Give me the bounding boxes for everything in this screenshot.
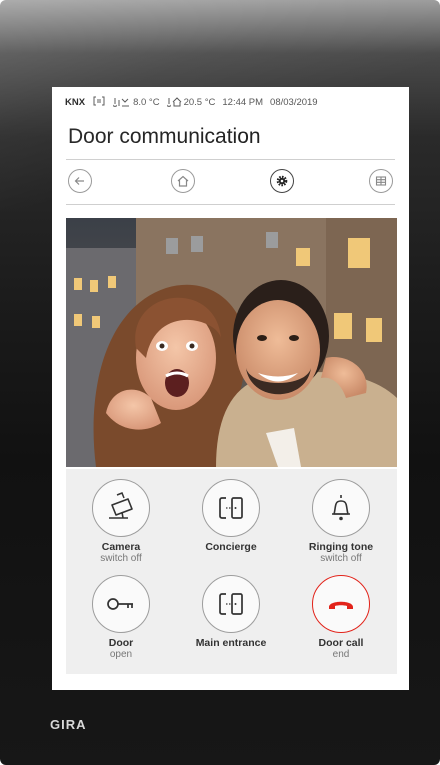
home-icon xyxy=(177,175,189,187)
door-station-icon xyxy=(219,593,243,615)
indoor-temp-value: 20.5 °C xyxy=(183,96,216,108)
indoor-thermometer-icon xyxy=(166,97,181,107)
grid-button[interactable] xyxy=(369,169,393,193)
touch-screen: KNX 8.0 °C 20.5 °C 12:44 PM 08/03/2019 D… xyxy=(52,87,409,690)
outdoor-thermometer-icon xyxy=(113,98,130,107)
clock: 12:44 PM xyxy=(222,96,264,108)
back-button[interactable] xyxy=(68,169,92,193)
key-icon xyxy=(107,598,133,610)
outdoor-temperature: 8.0 °C xyxy=(113,97,160,108)
title-divider xyxy=(66,159,395,160)
status-bar: KNX 8.0 °C 20.5 °C 12:44 PM 08/03/2019 xyxy=(65,95,399,109)
grid-icon xyxy=(375,176,387,186)
hang-up-icon xyxy=(329,601,353,609)
door-label: Door xyxy=(108,637,134,649)
main-entrance-button[interactable]: Main entrance xyxy=(176,575,286,649)
door-station-icon xyxy=(219,497,243,519)
concierge-button[interactable]: Concierge xyxy=(176,479,286,553)
camera-switch-off-button[interactable]: Camera switch off xyxy=(66,479,176,565)
home-button[interactable] xyxy=(171,169,195,193)
ringing-tone-label: Ringing tone xyxy=(308,541,374,553)
settings-button[interactable] xyxy=(270,169,294,193)
bell-icon xyxy=(332,495,350,521)
page-title: Door communication xyxy=(68,125,261,148)
nav-divider xyxy=(66,204,395,205)
camera-sublabel: switch off xyxy=(100,553,142,564)
concierge-label: Concierge xyxy=(205,541,257,553)
door-call-sublabel: end xyxy=(332,649,350,660)
back-icon xyxy=(74,177,84,185)
brand-logo: GIRA xyxy=(50,717,87,732)
door-station-status-icon xyxy=(92,96,106,109)
camera-icon xyxy=(109,492,133,519)
ringing-tone-switch-off-button[interactable]: Ringing tone switch off xyxy=(286,479,396,565)
indoor-temperature: 20.5 °C xyxy=(166,96,216,108)
camera-video-feed xyxy=(66,218,397,467)
settings-icon xyxy=(276,175,288,187)
outdoor-temp-value: 8.0 °C xyxy=(133,96,160,108)
door-call-end-button[interactable]: Door call end xyxy=(286,575,396,661)
date: 08/03/2019 xyxy=(270,96,318,108)
main-entrance-label: Main entrance xyxy=(195,637,267,649)
camera-label: Camera xyxy=(101,541,141,553)
knx-label: KNX xyxy=(65,96,86,108)
controls-panel: Camera switch off Concierge Ringing tone… xyxy=(66,469,397,674)
ringing-tone-sublabel: switch off xyxy=(320,553,362,564)
door-call-label: Door call xyxy=(318,637,364,649)
door-station-device: KNX 8.0 °C 20.5 °C 12:44 PM 08/03/2019 D… xyxy=(0,0,440,765)
door-open-button[interactable]: Door open xyxy=(66,575,176,661)
door-sublabel: open xyxy=(109,649,133,660)
